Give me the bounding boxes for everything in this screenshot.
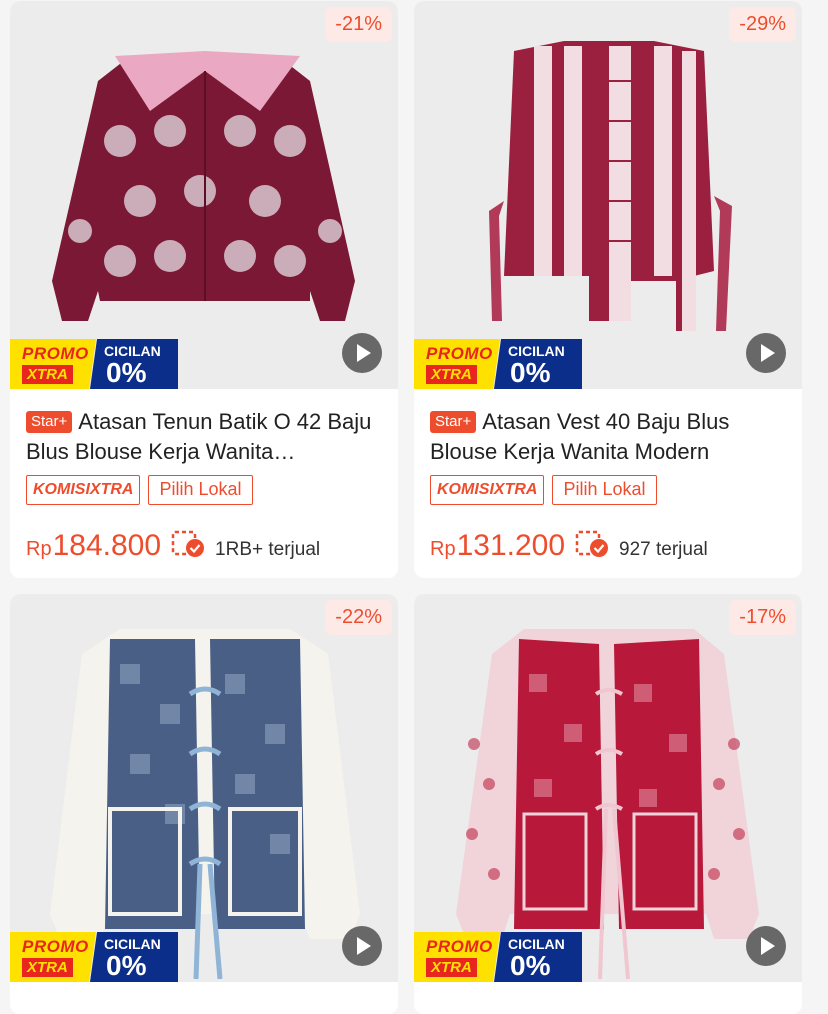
product-image[interactable]: -17% PROMO XTRA CICILAN 0%: [414, 594, 802, 982]
blouse-image: [50, 629, 360, 980]
promo-banner: PROMO XTRA CICILAN 0%: [414, 932, 584, 982]
komisi-xtra-badge: KOMISIXTRA: [430, 475, 545, 505]
promo-xtra-label: PROMO XTRA: [10, 932, 96, 982]
discount-badge: -22%: [325, 600, 392, 635]
product-card[interactable]: -22% PROMO XTRA CICILAN 0%: [10, 594, 398, 1014]
product-grid: -21% PROMO XTRA CICILAN 0% Star+ Atasan T…: [0, 0, 828, 1014]
product-card[interactable]: -21% PROMO XTRA CICILAN 0% Star+ Atasan T…: [10, 1, 398, 578]
promo-banner: PROMO XTRA CICILAN 0%: [10, 339, 180, 389]
pilih-lokal-badge: Pilih Lokal: [552, 475, 657, 505]
sold-count: 1RB+ terjual: [215, 539, 321, 560]
cicilan-label: CICILAN 0%: [494, 932, 582, 982]
badges-row: KOMISIXTRA Pilih Lokal: [26, 475, 253, 505]
cicilan-label: CICILAN 0%: [90, 339, 178, 389]
price: 184.800: [52, 529, 162, 562]
promo-banner: PROMO XTRA CICILAN 0%: [414, 339, 584, 389]
komisi-xtra-badge: KOMISIXTRA: [26, 475, 141, 505]
product-info: Star+ Atasan Vest 40 Baju Blus Blouse Ker…: [414, 389, 802, 578]
cod-icon: [171, 530, 205, 557]
play-icon[interactable]: [746, 926, 786, 966]
product-card[interactable]: -29% PROMO XTRA CICILAN 0% Star+ Atasan V…: [414, 1, 802, 578]
price-row: Rp 131.200 927 terjual: [430, 525, 790, 563]
promo-banner: PROMO XTRA CICILAN 0%: [10, 932, 180, 982]
discount-badge: -29%: [729, 7, 796, 42]
product-image[interactable]: -21% PROMO XTRA CICILAN 0%: [10, 1, 398, 389]
play-icon[interactable]: [342, 333, 382, 373]
star-plus-badge: Star+: [26, 411, 73, 433]
price: 131.200: [456, 529, 566, 562]
badges-row: KOMISIXTRA Pilih Lokal: [430, 475, 657, 505]
star-plus-badge: Star+: [430, 411, 477, 433]
product-image[interactable]: -22% PROMO XTRA CICILAN 0%: [10, 594, 398, 982]
vest-image: [489, 41, 732, 331]
price-row: Rp 184.800 1RB+ terjual: [26, 525, 386, 563]
cicilan-label: CICILAN 0%: [90, 932, 178, 982]
sold-count: 927 terjual: [619, 539, 708, 560]
product-info: Star+ Atasan Tenun Batik O 42 Baju Blus B…: [10, 389, 398, 578]
product-title[interactable]: Star+ Atasan Vest 40 Baju Blus Blouse Ker…: [430, 407, 790, 467]
product-card[interactable]: -17% PROMO XTRA CICILAN 0%: [414, 594, 802, 1014]
product-title[interactable]: Star+ Atasan Tenun Batik O 42 Baju Blus B…: [26, 407, 386, 467]
currency-label: Rp: [26, 538, 52, 560]
play-icon[interactable]: [342, 926, 382, 966]
discount-badge: -17%: [729, 600, 796, 635]
promo-xtra-label: PROMO XTRA: [414, 339, 500, 389]
promo-xtra-label: PROMO XTRA: [414, 932, 500, 982]
product-image[interactable]: -29% PROMO XTRA CICILAN 0%: [414, 1, 802, 389]
pilih-lokal-badge: Pilih Lokal: [148, 475, 253, 505]
cicilan-label: CICILAN 0%: [494, 339, 582, 389]
blouse-image: [52, 51, 355, 321]
play-icon[interactable]: [746, 333, 786, 373]
discount-badge: -21%: [325, 7, 392, 42]
promo-xtra-label: PROMO XTRA: [10, 339, 96, 389]
blouse-image: [456, 629, 759, 980]
currency-label: Rp: [430, 538, 456, 560]
cod-icon: [575, 530, 609, 557]
